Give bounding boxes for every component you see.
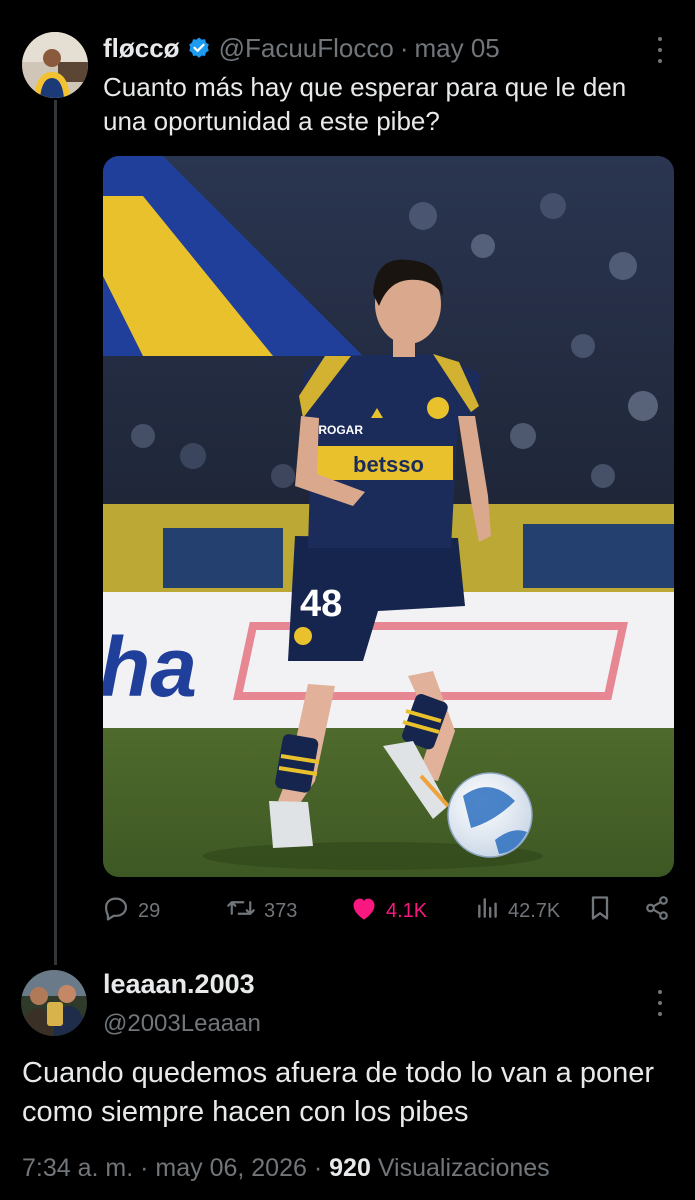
author-handle[interactable]: @FacuuFlocco <box>219 30 394 66</box>
ad-board-text: ha <box>103 620 197 714</box>
reply-icon <box>102 894 130 928</box>
reply-views-count: 920 <box>329 1154 371 1182</box>
like-count: 4.1K <box>386 899 428 922</box>
more-options-icon[interactable] <box>656 990 664 1016</box>
analytics-icon <box>476 895 500 927</box>
views-count: 42.7K <box>508 899 561 922</box>
reply-author-handle[interactable]: @2003Leaaan <box>103 1008 261 1040</box>
separator-dot: · <box>399 33 409 63</box>
reply-time[interactable]: 7:34 a. m. <box>22 1154 133 1182</box>
thread-connector-line <box>54 100 57 965</box>
separator-dot: · <box>313 1154 323 1182</box>
reply-text: Cuando quedemos afuera de todo lo van a … <box>22 1057 655 1128</box>
tweet-photo[interactable]: ha 48 betsso STROGAR <box>103 156 674 877</box>
share-button[interactable] <box>644 893 670 929</box>
more-options-icon[interactable] <box>656 37 664 63</box>
author-avatar[interactable] <box>22 32 88 98</box>
reply-date[interactable]: may 06, 2026 <box>155 1154 307 1182</box>
bookmark-icon <box>588 894 612 928</box>
bookmark-button[interactable] <box>588 893 612 929</box>
author-name[interactable]: fløccø <box>103 30 180 66</box>
reply-button[interactable]: 29 <box>102 893 160 929</box>
tweet-date[interactable]: may 05 <box>414 30 499 66</box>
tweet-text: Cuanto más hay que esperar para que le d… <box>103 72 627 136</box>
repost-icon <box>226 894 256 928</box>
separator-dot: · <box>140 1154 149 1182</box>
repost-button[interactable]: 373 <box>226 893 297 929</box>
reply-author-name[interactable]: leaaan.2003 <box>103 966 255 1002</box>
tweet-header: fløccø @FacuuFlocco · may 05 <box>103 30 500 66</box>
share-icon <box>644 894 670 928</box>
views-button[interactable]: 42.7K <box>476 893 560 929</box>
verified-badge-icon <box>187 36 211 60</box>
reply-metadata: 7:34 a. m. · may 06, 2026 · 920 Visualiz… <box>22 1150 550 1186</box>
reply-count: 29 <box>138 899 161 922</box>
reply-views-label: Visualizaciones <box>377 1154 550 1182</box>
jersey-number: 48 <box>300 583 342 625</box>
reply-author-avatar[interactable] <box>21 970 87 1036</box>
jersey-sponsor: betsso <box>353 452 424 477</box>
tweet-action-bar: 29 373 4.1K 42.7K <box>0 893 695 929</box>
repost-count: 373 <box>264 899 298 922</box>
like-button[interactable]: 4.1K <box>350 893 427 929</box>
heart-icon <box>350 895 378 927</box>
